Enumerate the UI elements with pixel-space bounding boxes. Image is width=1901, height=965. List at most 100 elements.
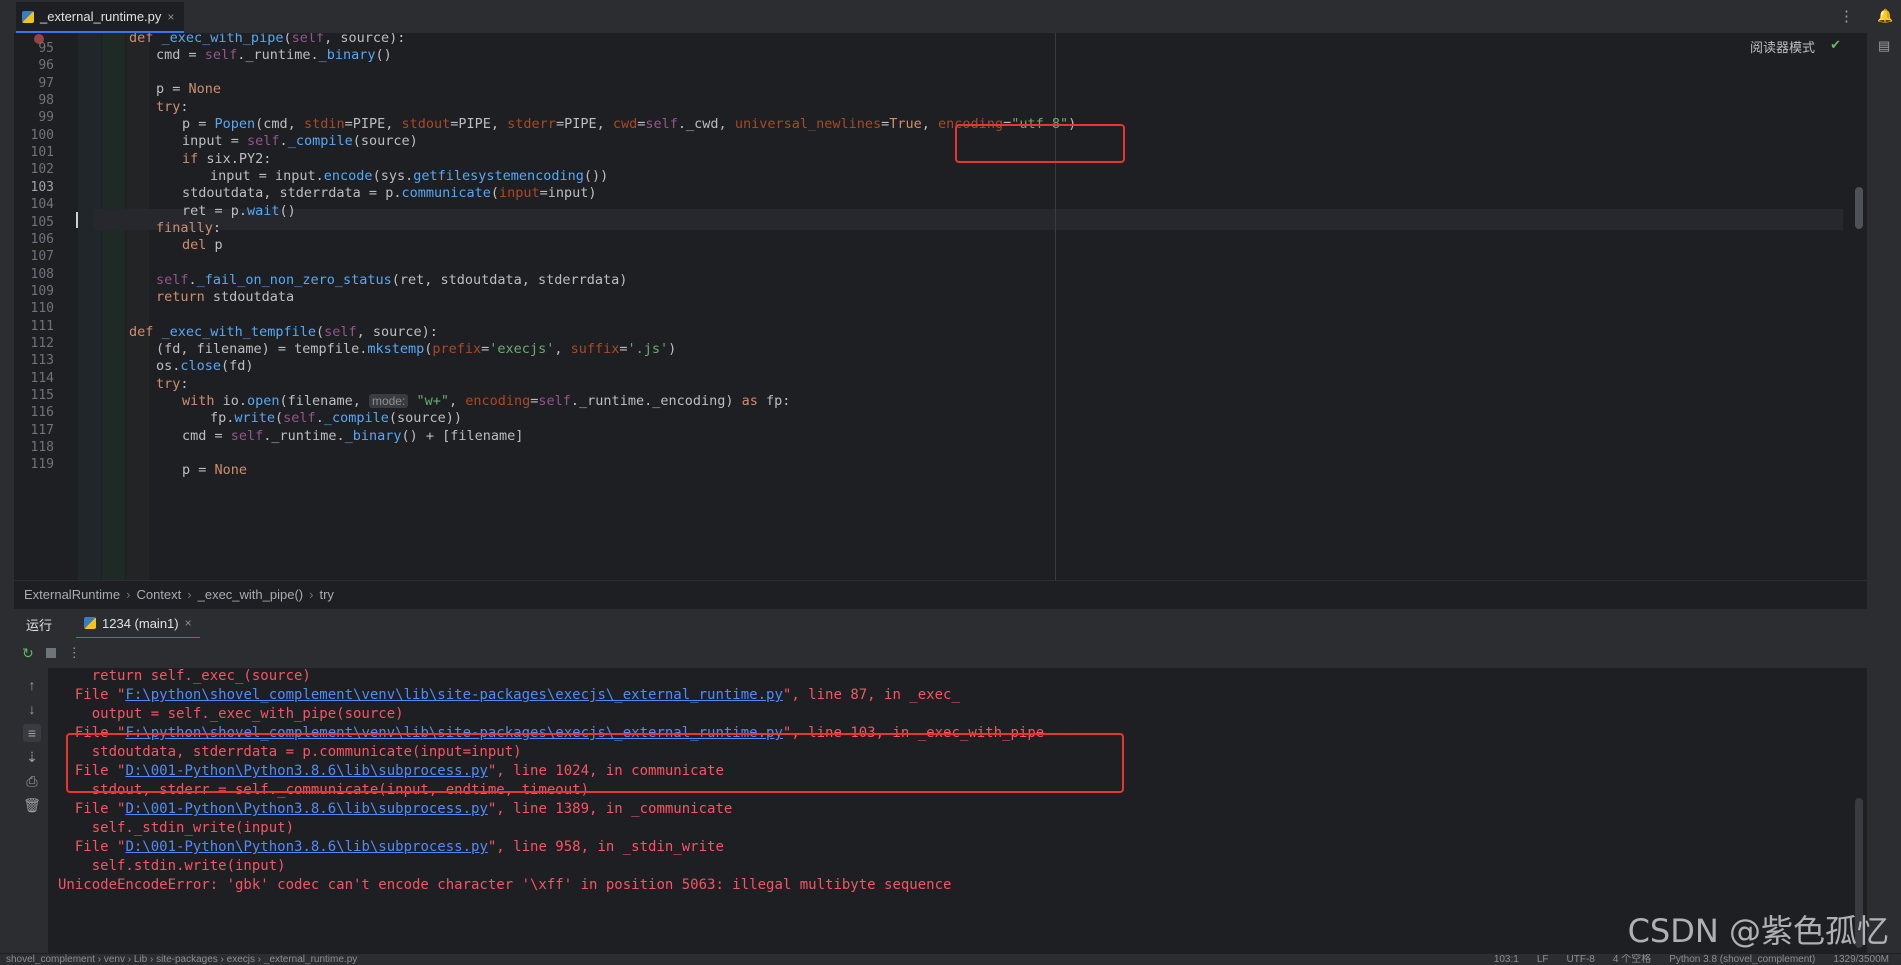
breadcrumb-item[interactable]: try — [319, 587, 333, 602]
line-number: 105 — [30, 214, 54, 230]
traceback-link[interactable]: F:\python\shovel_complement\venv\lib\sit… — [125, 687, 782, 703]
breadcrumb-item[interactable]: ExternalRuntime — [24, 587, 120, 602]
code-line: input = input.encode(sys.getfilesystemen… — [210, 168, 609, 184]
traceback-link[interactable]: D:\001-Python\Python3.8.6\lib\subprocess… — [125, 801, 487, 817]
line-number: 98 — [38, 93, 54, 109]
line-number: 115 — [30, 388, 54, 403]
console-line: self.stdin.write(input) — [58, 858, 286, 874]
close-icon[interactable]: × — [167, 10, 174, 24]
trash-icon[interactable]: 🗑 — [23, 796, 41, 814]
code-line: return stdoutdata — [156, 289, 295, 305]
interpreter[interactable]: Python 3.8 (shovel_complement) — [1669, 954, 1815, 965]
breadcrumb-item[interactable]: _exec_with_pipe() — [198, 587, 304, 602]
run-panel-header: 运行 1234 (main1) × — [14, 608, 1867, 639]
memory-indicator[interactable]: 1329/3500M — [1833, 954, 1889, 965]
breadcrumb-item[interactable]: Context — [136, 587, 181, 602]
line-number: 104 — [30, 197, 54, 213]
run-panel-title: 运行 — [26, 617, 53, 633]
line-number: 96 — [38, 58, 54, 74]
line-number: 116 — [30, 405, 54, 421]
console-line: File "D:\001-Python\Python3.8.6\lib\subp… — [58, 839, 724, 855]
line-number: 95 — [38, 41, 54, 56]
stop-icon[interactable] — [45, 648, 56, 658]
code-line: try: — [156, 99, 189, 115]
code-line: fp.write(self._compile(source)) — [210, 410, 463, 426]
code-line: cmd = self._runtime._binary() + [filenam… — [182, 428, 524, 444]
code-line: if six.PY2: — [182, 151, 272, 167]
code-editor[interactable]: 95 96 97 98 99 100 101 102 103 104 105 106 107 108 109… — [14, 33, 1867, 580]
status-path[interactable]: shovel_complement › venv › Lib › site-pa… — [6, 954, 357, 965]
run-tab-label: 1234 (main1) — [102, 615, 179, 631]
line-number: 109 — [30, 283, 54, 299]
code-line: p = None — [182, 462, 248, 478]
file-tab-label: _external_runtime.py — [40, 9, 162, 24]
highlight-box — [955, 124, 1125, 163]
line-number: 118 — [30, 440, 54, 456]
code-line: os.close(fd) — [156, 358, 254, 374]
caret — [76, 212, 78, 228]
code-line: p = Popen(cmd, stdin=PIPE, stdout=PIPE, … — [182, 116, 1077, 132]
reader-mode-toggle[interactable]: 阅读器模式 — [1750, 37, 1815, 56]
line-separator[interactable]: LF — [1537, 954, 1549, 965]
more-options-icon[interactable]: ⋮ — [1839, 7, 1855, 25]
cursor-position[interactable]: 103:1 — [1494, 954, 1519, 965]
print-icon[interactable]: ⎙ — [23, 772, 41, 790]
file-encoding[interactable]: UTF-8 — [1567, 954, 1595, 965]
editor-tab-bar: _external_runtime.py × ⋮ — [14, 0, 1867, 34]
console-line: output = self._exec_with_pipe(source) — [58, 706, 404, 722]
editor-scrollbar[interactable] — [1855, 187, 1863, 229]
notifications-icon[interactable]: 🔔 — [1877, 8, 1893, 24]
line-number: 101 — [30, 145, 54, 161]
python-run-icon — [84, 617, 97, 629]
breakpoint-icon[interactable] — [34, 34, 44, 44]
indent-setting[interactable]: 4 个空格 — [1613, 954, 1651, 965]
line-number: 110 — [30, 301, 54, 317]
left-tool-strip — [0, 0, 15, 964]
more-options-icon[interactable]: ⋮ — [68, 645, 81, 661]
console-side-toolbar: ↑ ↓ ≡ ⇣ ⎙ 🗑 — [14, 668, 48, 953]
console-line: self._stdin_write(input) — [58, 820, 295, 836]
watermark: CSDN @紫色孤忆 — [1627, 912, 1889, 950]
traceback-link[interactable]: D:\001-Python\Python3.8.6\lib\subprocess… — [125, 839, 487, 855]
code-line: stdoutdata, stderrdata = p.communicate(i… — [182, 185, 597, 201]
line-number: 113 — [30, 353, 54, 369]
code-line: def _exec_with_tempfile(self, source): — [129, 324, 438, 340]
rerun-icon[interactable]: ↻ — [22, 645, 34, 662]
file-tab-external-runtime[interactable]: _external_runtime.py × — [16, 2, 185, 33]
line-number: 111 — [30, 318, 54, 334]
close-icon[interactable]: × — [185, 616, 192, 630]
line-number: 99 — [38, 110, 54, 126]
console-line: File "F:\python\shovel_complement\venv\l… — [58, 687, 960, 703]
code-line: try: — [156, 376, 189, 392]
scroll-down-icon[interactable]: ↓ — [23, 700, 41, 718]
console-line: File "D:\001-Python\Python3.8.6\lib\subp… — [58, 801, 733, 817]
code-line: finally: — [156, 220, 222, 236]
error-message: UnicodeEncodeError: 'gbk' codec can't en… — [58, 877, 952, 893]
line-number: 107 — [30, 249, 54, 265]
code-line: def _exec_with_pipe(self, source): — [129, 33, 406, 46]
code-line: cmd = self._runtime._binary() — [156, 47, 392, 63]
code-line: (fd, filename) = tempfile.mkstemp(prefix… — [156, 341, 677, 357]
code-line: p = None — [156, 81, 222, 97]
run-tab-1234[interactable]: 1234 (main1) × — [76, 609, 200, 639]
code-line: del p — [182, 237, 223, 253]
console-line: return self._exec_(source) — [58, 668, 311, 684]
right-tool-strip: 🔔 ▤ — [1866, 0, 1901, 964]
highlight-box — [66, 733, 1124, 793]
line-number: 97 — [38, 75, 54, 91]
line-number: 114 — [30, 370, 54, 386]
scroll-to-end-icon[interactable]: ⇣ — [23, 748, 41, 766]
status-bar: shovel_complement › venv › Lib › site-pa… — [0, 953, 1901, 965]
code-line: self._fail_on_non_zero_status(ret, stdou… — [156, 272, 628, 288]
console-output[interactable]: return self._exec_(source) File "F:\pyth… — [48, 668, 1867, 953]
breadcrumb: ExternalRuntime › Context › _exec_with_p… — [14, 580, 1867, 608]
run-toolbar: ↻ ⋮ — [14, 638, 1867, 668]
soft-wrap-icon[interactable]: ≡ — [23, 724, 41, 742]
database-icon[interactable]: ▤ — [1878, 38, 1890, 54]
scroll-up-icon[interactable]: ↑ — [23, 676, 41, 694]
line-number: 108 — [30, 266, 54, 282]
check-icon: ✔ — [1830, 37, 1841, 52]
line-number: 106 — [30, 231, 54, 247]
code-line: ret = p.wait() — [182, 203, 296, 219]
python-file-icon — [22, 10, 34, 23]
